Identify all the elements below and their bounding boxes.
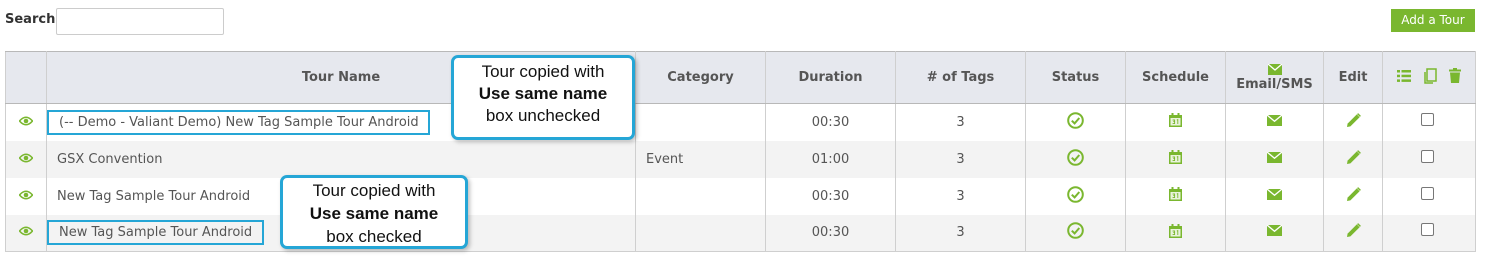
edit-cell xyxy=(1323,140,1383,178)
status-cell xyxy=(1025,140,1126,178)
search-input[interactable] xyxy=(56,8,224,35)
row-checkbox[interactable] xyxy=(1420,223,1434,237)
envelope-icon[interactable] xyxy=(1266,151,1283,167)
row-checkbox[interactable] xyxy=(1420,186,1434,200)
email-sms-header[interactable]: Email/SMS xyxy=(1225,51,1324,104)
table-header-row: Tour Name Category Duration # of Tags St… xyxy=(5,51,1476,104)
eye-icon[interactable] xyxy=(18,115,34,130)
status-cell xyxy=(1025,177,1126,215)
status-cell xyxy=(1025,214,1126,252)
tags-header[interactable]: # of Tags xyxy=(895,51,1026,104)
callout-checked: Tour copied with Use same name box check… xyxy=(280,175,468,249)
callout-unchecked: Tour copied with Use same name box unche… xyxy=(451,55,635,140)
table-row: New Tag Sample Tour Android 00:30 3 xyxy=(5,177,1476,215)
schedule-cell xyxy=(1125,177,1226,215)
tour-name-text: GSX Convention xyxy=(57,151,163,167)
category-cell: Event xyxy=(635,140,766,178)
schedule-cell xyxy=(1125,140,1226,178)
search-label: Search xyxy=(5,12,56,27)
edit-cell xyxy=(1323,214,1383,252)
schedule-header[interactable]: Schedule xyxy=(1125,51,1226,104)
tour-name-cell[interactable]: GSX Convention xyxy=(46,140,636,178)
duration-cell: 00:30 xyxy=(765,177,896,215)
tags-cell: 3 xyxy=(895,214,1026,252)
email-cell xyxy=(1225,140,1324,178)
calendar-icon[interactable] xyxy=(1169,113,1182,131)
add-tour-button[interactable]: Add a Tour xyxy=(1391,9,1475,32)
select-cell xyxy=(1382,140,1476,178)
check-circle-icon[interactable] xyxy=(1067,185,1084,207)
view-cell xyxy=(5,140,47,178)
pencil-icon[interactable] xyxy=(1346,149,1361,169)
calendar-icon[interactable] xyxy=(1169,150,1182,168)
email-sms-label: Email/SMS xyxy=(1236,76,1313,92)
schedule-cell xyxy=(1125,103,1226,141)
bulk-actions-header xyxy=(1382,51,1476,104)
category-cell xyxy=(635,103,766,141)
callout-unchecked-line1: Tour copied with xyxy=(481,62,605,81)
select-cell xyxy=(1382,103,1476,141)
view-cell xyxy=(5,214,47,252)
callout-unchecked-line3: box unchecked xyxy=(485,106,601,125)
select-cell xyxy=(1382,177,1476,215)
callout-checked-line2: Use same name xyxy=(309,204,439,223)
pencil-icon[interactable] xyxy=(1346,186,1361,206)
envelope-icon[interactable] xyxy=(1266,188,1283,204)
row-checkbox[interactable] xyxy=(1420,112,1434,126)
tour-name-text: (-- Demo - Valiant Demo) New Tag Sample … xyxy=(59,114,419,130)
highlight-box: (-- Demo - Valiant Demo) New Tag Sample … xyxy=(47,109,430,135)
check-circle-icon[interactable] xyxy=(1067,222,1084,243)
schedule-cell xyxy=(1125,214,1226,252)
eye-icon[interactable] xyxy=(18,189,34,204)
email-cell xyxy=(1225,177,1324,215)
duration-cell: 00:30 xyxy=(765,214,896,252)
calendar-icon[interactable] xyxy=(1169,223,1182,242)
select-cell xyxy=(1382,214,1476,252)
status-cell xyxy=(1025,103,1126,141)
callout-checked-line3: box checked xyxy=(326,227,422,246)
table-row: GSX Convention Event 01:00 3 xyxy=(5,140,1476,178)
callout-unchecked-line2: Use same name xyxy=(478,84,608,103)
table-row: New Tag Sample Tour Android 00:30 3 xyxy=(5,214,1476,252)
check-circle-icon[interactable] xyxy=(1067,111,1084,133)
pencil-icon[interactable] xyxy=(1346,223,1361,242)
eye-icon[interactable] xyxy=(18,152,34,167)
edit-cell xyxy=(1323,103,1383,141)
view-cell xyxy=(5,103,47,141)
category-header[interactable]: Category xyxy=(635,51,766,104)
duration-cell: 00:30 xyxy=(765,103,896,141)
tours-table: Tour Name Category Duration # of Tags St… xyxy=(5,51,1476,252)
tags-cell: 3 xyxy=(895,177,1026,215)
trash-icon[interactable] xyxy=(1449,68,1462,87)
calendar-icon[interactable] xyxy=(1169,187,1182,205)
envelope-icon[interactable] xyxy=(1266,224,1283,240)
status-header[interactable]: Status xyxy=(1025,51,1126,104)
eye-icon[interactable] xyxy=(18,225,34,240)
duration-header[interactable]: Duration xyxy=(765,51,896,104)
highlight-box: New Tag Sample Tour Android xyxy=(46,220,265,246)
tags-cell: 3 xyxy=(895,140,1026,178)
tour-name-text: New Tag Sample Tour Android xyxy=(57,188,251,204)
edit-header[interactable]: Edit xyxy=(1323,51,1383,104)
envelope-icon[interactable] xyxy=(1266,114,1283,130)
email-cell xyxy=(1225,214,1324,252)
view-cell xyxy=(5,177,47,215)
tags-cell: 3 xyxy=(895,103,1026,141)
duration-cell: 01:00 xyxy=(765,140,896,178)
edit-cell xyxy=(1323,177,1383,215)
check-circle-icon[interactable] xyxy=(1067,148,1084,170)
callout-checked-line1: Tour copied with xyxy=(312,181,436,200)
envelope-icon xyxy=(1267,63,1282,75)
copy-icon[interactable] xyxy=(1423,67,1437,88)
tour-name-text: New Tag Sample Tour Android xyxy=(59,225,253,241)
category-cell xyxy=(635,177,766,215)
pencil-icon[interactable] xyxy=(1346,112,1361,132)
email-cell xyxy=(1225,103,1324,141)
view-column-header xyxy=(5,51,47,104)
table-row: (-- Demo - Valiant Demo) New Tag Sample … xyxy=(5,103,1476,141)
list-icon[interactable] xyxy=(1396,69,1411,86)
row-checkbox[interactable] xyxy=(1420,149,1434,163)
category-cell xyxy=(635,214,766,252)
